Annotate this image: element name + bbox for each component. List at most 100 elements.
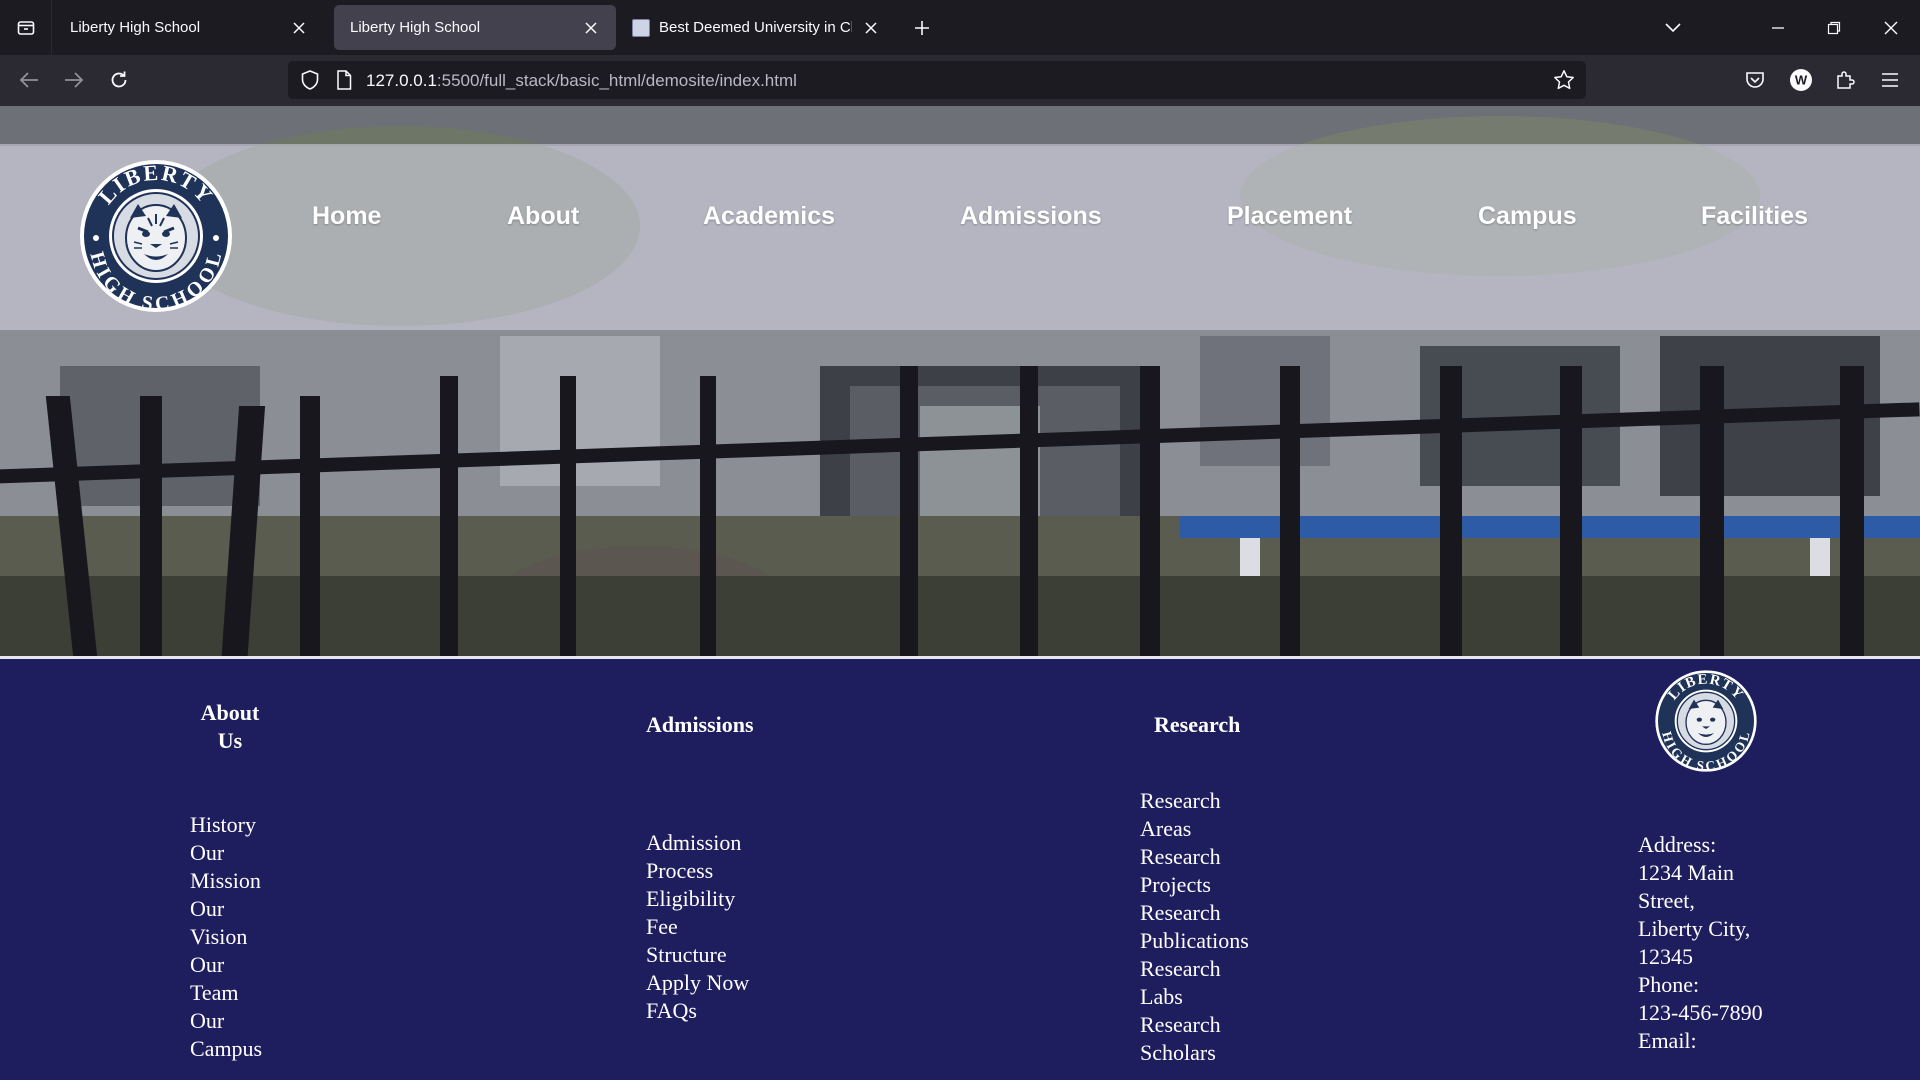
extensions-puzzle-icon[interactable]	[1828, 63, 1862, 97]
url-text[interactable]: 127.0.0.1:5500/full_stack/basic_html/dem…	[366, 71, 797, 91]
site-favicon-icon	[632, 18, 650, 37]
footer-link[interactable]: Our	[190, 839, 280, 867]
footer-link[interactable]: Research	[1140, 843, 1340, 871]
tracking-protection-shield-icon[interactable]	[298, 68, 322, 92]
close-tab-icon[interactable]	[860, 17, 882, 39]
contact-line: Street,	[1638, 888, 1695, 913]
footer-link[interactable]: Research	[1140, 787, 1340, 815]
new-tab-plus-icon[interactable]	[907, 13, 937, 43]
footer-link[interactable]: FAQs	[646, 997, 846, 1025]
footer-link[interactable]: Campus	[190, 1035, 280, 1063]
fence-bar	[1280, 366, 1300, 656]
tab-title: Liberty High School	[70, 19, 201, 36]
fence-bar	[140, 396, 162, 656]
footer-admissions-column: Admissions Admission Process Eligibility…	[646, 711, 846, 1025]
fence-bar	[440, 376, 458, 656]
tiger-emblem-icon	[1685, 699, 1727, 745]
footer-link[interactable]: Publications	[1140, 927, 1340, 955]
reload-icon[interactable]	[102, 63, 136, 97]
heading-line: About	[200, 700, 260, 725]
nav-campus-link[interactable]: Campus	[1478, 202, 1577, 231]
contact-line: Liberty City,	[1638, 916, 1751, 941]
tab-list-icon[interactable]	[0, 0, 52, 55]
footer-link[interactable]: Areas	[1140, 815, 1340, 843]
address-bar[interactable]: 127.0.0.1:5500/full_stack/basic_html/dem…	[288, 61, 1586, 99]
fence-bar	[1700, 366, 1724, 656]
footer-link[interactable]: Research	[1140, 899, 1340, 927]
contact-line: 123-456-7890	[1638, 1000, 1763, 1025]
footer-link[interactable]: Research	[1140, 1011, 1340, 1039]
close-tab-icon[interactable]	[288, 17, 310, 39]
tab-overflow-chevron-down-icon[interactable]	[1655, 10, 1691, 46]
footer-link[interactable]: Apply Now	[646, 969, 846, 997]
footer-link[interactable]: Fee	[646, 913, 846, 941]
contact-details: Address: 1234 Main Street, Liberty City,…	[1638, 831, 1838, 1055]
fence-bar	[1840, 366, 1864, 656]
browser-tab-3[interactable]: Best Deemed University in Chen	[616, 5, 896, 50]
footer-link[interactable]: Team	[190, 979, 280, 1007]
footer-link[interactable]: Vision	[190, 923, 280, 951]
contact-line: Address:	[1638, 832, 1717, 857]
page-info-icon[interactable]	[332, 68, 356, 92]
close-window-icon[interactable]	[1873, 10, 1909, 46]
close-tab-icon[interactable]	[580, 17, 602, 39]
nav-placement-link[interactable]: Placement	[1227, 202, 1352, 231]
contact-line: Email:	[1638, 1028, 1697, 1053]
fence-bar	[560, 376, 576, 656]
browser-tab-bar: Liberty High School Liberty High School …	[0, 0, 1920, 55]
page-viewport: LIBERTY HIGH SCHOOL Home About Academics…	[0, 106, 1920, 1080]
footer-link[interactable]: Research	[1140, 955, 1340, 983]
footer-link[interactable]: Process	[646, 857, 846, 885]
footer-link[interactable]: Structure	[646, 941, 846, 969]
url-host: 127.0.0.1	[366, 71, 437, 90]
hero-banner: LIBERTY HIGH SCHOOL Home About Academics…	[0, 106, 1920, 656]
pocket-icon[interactable]	[1738, 63, 1772, 97]
footer-research-column: Research Research Areas Research Project…	[1140, 711, 1340, 1067]
app-menu-hamburger-icon[interactable]	[1873, 63, 1907, 97]
footer-link[interactable]: Admission	[646, 829, 846, 857]
forward-arrow-icon[interactable]	[57, 63, 91, 97]
bookmark-star-icon[interactable]	[1552, 68, 1576, 92]
footer-link[interactable]: Projects	[1140, 871, 1340, 899]
fence-bar	[1440, 366, 1462, 656]
footer-link[interactable]: Eligibility	[646, 885, 846, 913]
site-footer: About Us History Our Mission Our Vision …	[0, 659, 1920, 1080]
restore-window-icon[interactable]	[1816, 10, 1852, 46]
svg-text:W: W	[1795, 73, 1808, 88]
footer-link[interactable]: Labs	[1140, 983, 1340, 1011]
back-arrow-icon[interactable]	[12, 63, 46, 97]
footer-link[interactable]: Mission	[190, 867, 280, 895]
contact-line: 12345	[1638, 944, 1693, 969]
browser-tab-1[interactable]: Liberty High School	[54, 5, 324, 50]
tab-title: Best Deemed University in Chen	[659, 19, 852, 36]
browser-tab-2-active[interactable]: Liberty High School	[334, 5, 616, 50]
fence-bar	[1020, 366, 1038, 656]
footer-admissions-heading: Admissions	[646, 712, 754, 737]
main-navigation: Home About Academics Admissions Placemen…	[0, 202, 1920, 242]
footer-link[interactable]: Our	[190, 895, 280, 923]
footer-link[interactable]: Scholars	[1140, 1039, 1340, 1067]
nav-facilities-link[interactable]: Facilities	[1701, 202, 1808, 231]
nav-academics-link[interactable]: Academics	[703, 202, 835, 231]
fence-bar	[700, 376, 716, 656]
nav-admissions-link[interactable]: Admissions	[960, 202, 1102, 231]
footer-link[interactable]: Our	[190, 1007, 280, 1035]
fence-bar	[300, 396, 320, 656]
footer-link[interactable]: Our	[190, 951, 280, 979]
footer-about-column: About Us History Our Mission Our Vision …	[190, 699, 280, 1063]
fence-bar	[1560, 366, 1582, 656]
nav-home-link[interactable]: Home	[312, 202, 381, 231]
footer-about-heading: About Us	[190, 699, 270, 755]
footer-link[interactable]: History	[190, 811, 280, 839]
footer-contact-column: LIBERTY HIGH SCHOOL Address: 1234 Main S…	[1638, 669, 1838, 1055]
fence-bar	[900, 366, 918, 656]
footer-research-heading: Research	[1154, 712, 1241, 737]
nav-about-link[interactable]: About	[507, 202, 579, 231]
footer-school-logo: LIBERTY HIGH SCHOOL	[1654, 669, 1758, 774]
fence-bar	[1140, 366, 1160, 656]
minimize-window-icon[interactable]	[1760, 10, 1796, 46]
url-path: :5500/full_stack/basic_html/demosite/ind…	[436, 71, 797, 90]
contact-line: 1234 Main	[1638, 860, 1734, 885]
account-w-extension-icon[interactable]: W	[1784, 63, 1818, 97]
browser-navigation-bar: 127.0.0.1:5500/full_stack/basic_html/dem…	[0, 55, 1920, 106]
